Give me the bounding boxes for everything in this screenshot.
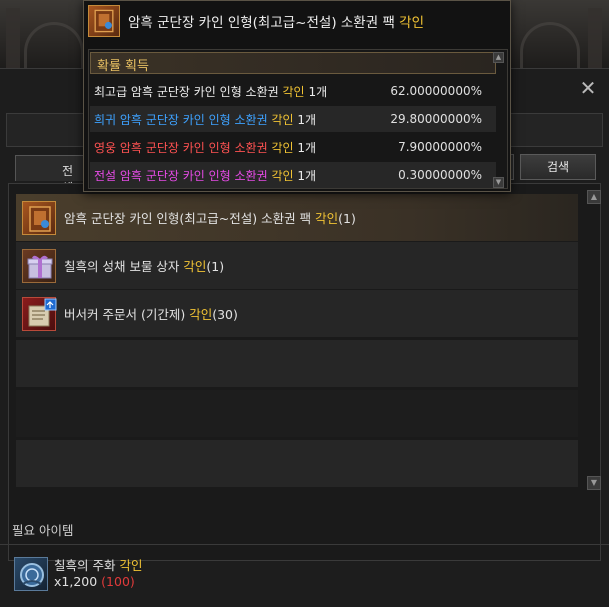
probability-row: 희귀 암흑 군단장 카인 인형 소환권 각인 1개 29.80000000% bbox=[90, 106, 496, 132]
empty-list-slot bbox=[16, 390, 578, 438]
empty-list-slot bbox=[16, 440, 578, 488]
close-button[interactable]: ✕ bbox=[577, 77, 599, 99]
coin-icon bbox=[14, 557, 48, 591]
empty-list-slot bbox=[16, 340, 578, 388]
list-scrollbar[interactable]: ▲ ▼ bbox=[587, 190, 601, 490]
probability-box: 확률 획득 최고급 암흑 군단장 카인 인형 소환권 각인 1개 62.0000… bbox=[88, 49, 508, 189]
required-items-title: 필요 아이템 bbox=[12, 523, 74, 538]
required-item-name: 칠흑의 주화 각인 bbox=[54, 558, 143, 573]
tab-all[interactable]: 전체 bbox=[15, 155, 85, 195]
scroll-icon bbox=[22, 296, 57, 331]
tooltip-title: 암흑 군단장 카인 인형(최고급~전설) 소환권 팩 각인 bbox=[128, 15, 425, 31]
list-item[interactable]: 칠흑의 성채 보물 상자 각인(1) bbox=[16, 242, 578, 290]
divider bbox=[0, 544, 609, 545]
list-item[interactable]: 암흑 군단장 카인 인형(최고급~전설) 소환권 팩 각인(1) bbox=[16, 194, 578, 242]
list-item-label: 칠흑의 성채 보물 상자 각인(1) bbox=[64, 259, 225, 274]
list-item[interactable]: 버서커 주문서 (기간제) 각인(30) bbox=[16, 290, 578, 338]
required-item[interactable]: 칠흑의 주화 각인 x1,200 (100) bbox=[14, 557, 142, 591]
probability-row: 영웅 암흑 군단장 카인 인형 소환권 각인 1개 7.90000000% bbox=[94, 140, 482, 155]
scroll-down-icon[interactable]: ▼ bbox=[587, 476, 601, 490]
scroll-up-icon[interactable]: ▲ bbox=[587, 190, 601, 204]
probability-row: 최고급 암흑 군단장 카인 인형 소환권 각인 1개 62.00000000% bbox=[94, 84, 482, 99]
list-item-label: 버서커 주문서 (기간제) 각인(30) bbox=[64, 307, 238, 322]
tooltip-scrollbar[interactable]: ▲ ▼ bbox=[493, 52, 504, 188]
gift-box-icon bbox=[22, 248, 56, 283]
list-item-label: 암흑 군단장 카인 인형(최고급~전설) 소환권 팩 각인(1) bbox=[64, 211, 356, 226]
close-icon: ✕ bbox=[579, 76, 597, 100]
scroll-down-icon[interactable]: ▼ bbox=[493, 177, 504, 188]
search-button-label: 검색 bbox=[546, 160, 570, 174]
required-item-quantity: x1,200 (100) bbox=[54, 574, 135, 589]
probability-section-header: 확률 획득 bbox=[90, 52, 496, 74]
scroll-up-icon[interactable]: ▲ bbox=[493, 52, 504, 63]
summon-pack-icon bbox=[88, 5, 120, 37]
item-tooltip: 암흑 군단장 카인 인형(최고급~전설) 소환권 팩 각인 확률 획득 최고급 … bbox=[83, 0, 511, 192]
summon-pack-icon bbox=[22, 200, 56, 235]
probability-row: 전설 암흑 군단장 카인 인형 소환권 각인 1개 0.30000000% bbox=[90, 162, 496, 188]
search-button[interactable]: 검색 bbox=[520, 154, 596, 180]
